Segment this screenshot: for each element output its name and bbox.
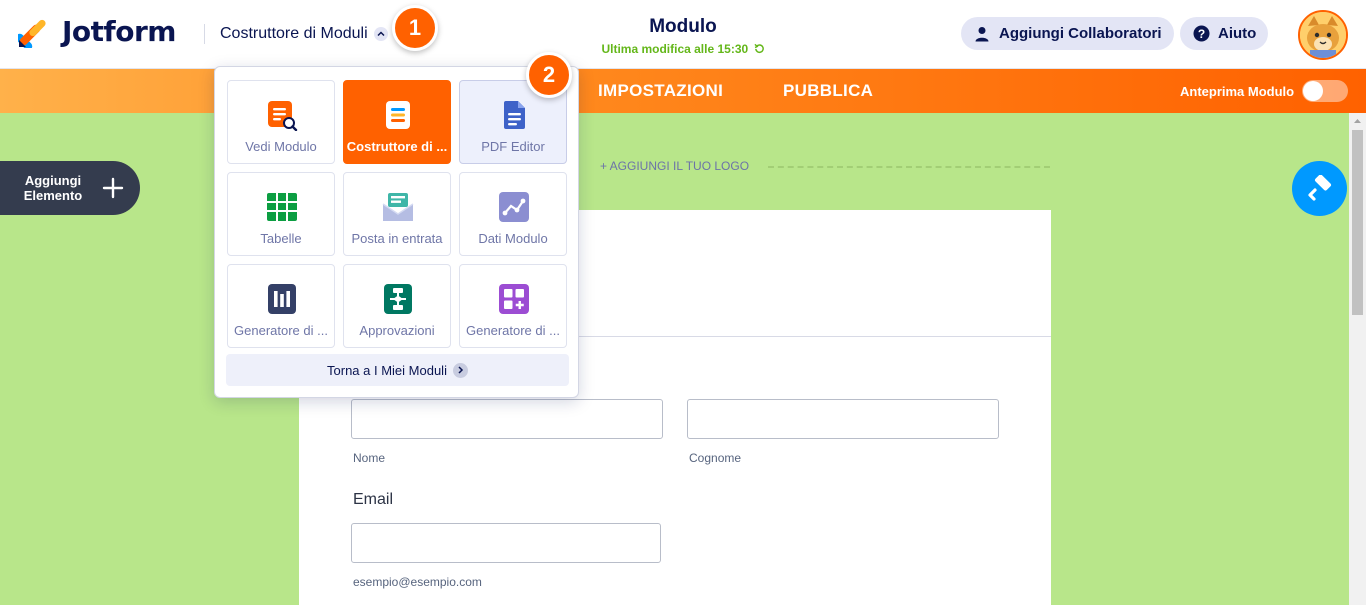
tile-app-builder[interactable]: Generatore di ... bbox=[459, 264, 567, 348]
tile-approvals[interactable]: Approvazioni bbox=[343, 264, 451, 348]
refresh-icon bbox=[753, 43, 764, 53]
user-avatar[interactable] bbox=[1298, 10, 1348, 60]
tile-label: Vedi Modulo bbox=[245, 139, 317, 154]
back-to-my-forms-button[interactable]: Torna a I Miei Moduli bbox=[226, 354, 569, 386]
app-builder-icon bbox=[499, 284, 529, 314]
form-builder-icon bbox=[386, 101, 410, 129]
tile-label: PDF Editor bbox=[481, 139, 545, 154]
tile-form-builder[interactable]: Costruttore di ... bbox=[343, 80, 451, 164]
scroll-up-arrow-icon[interactable] bbox=[1352, 116, 1363, 126]
help-icon: ? bbox=[1192, 25, 1210, 43]
last-name-sublabel: Cognome bbox=[689, 451, 742, 465]
top-header: Jotform Costruttore di Moduli Modulo Ult… bbox=[0, 0, 1366, 69]
approvals-icon bbox=[384, 284, 412, 314]
svg-text:?: ? bbox=[1197, 27, 1204, 41]
plus-icon bbox=[102, 177, 124, 199]
tables-icon bbox=[267, 193, 297, 221]
jotform-logo-icon bbox=[18, 19, 46, 48]
add-logo-link[interactable]: + AGGIUNGI IL TUO LOGO bbox=[600, 159, 749, 173]
help-button[interactable]: ? Aiuto bbox=[1180, 17, 1269, 50]
tile-tables[interactable]: Tabelle bbox=[227, 172, 335, 256]
header-divider bbox=[204, 24, 205, 44]
logo-placeholder-line bbox=[768, 166, 1050, 168]
brand-name: Jotform bbox=[62, 15, 176, 48]
tile-label: Generatore di ... bbox=[234, 323, 328, 338]
avatar-cat-icon bbox=[1300, 12, 1346, 58]
email-label: Email bbox=[353, 491, 394, 508]
view-form-icon bbox=[268, 101, 298, 131]
last-modified-text: Ultima modifica alle 15:30 bbox=[601, 42, 749, 56]
chevron-right-icon bbox=[452, 362, 468, 378]
toggle-knob bbox=[1303, 81, 1323, 101]
email-sublabel: esempio@esempio.com bbox=[353, 575, 482, 589]
tab-publish[interactable]: PUBBLICA bbox=[783, 81, 873, 101]
tile-label: Approvazioni bbox=[359, 323, 435, 338]
add-collaborators-label: Aggiungi Collaboratori bbox=[999, 25, 1162, 42]
tile-view-form[interactable]: Vedi Modulo bbox=[227, 80, 335, 164]
tile-label: Dati Modulo bbox=[478, 231, 548, 246]
first-name-field[interactable] bbox=[351, 399, 663, 439]
help-label: Aiuto bbox=[1218, 25, 1257, 42]
back-to-my-forms-label: Torna a I Miei Moduli bbox=[327, 362, 447, 378]
scrollbar-thumb[interactable] bbox=[1352, 130, 1363, 315]
tile-label: Costruttore di ... bbox=[346, 139, 448, 154]
step-badge-1: 1 bbox=[392, 5, 438, 51]
tab-settings[interactable]: IMPOSTAZIONI bbox=[598, 81, 723, 101]
builder-switch-dropdown[interactable]: Costruttore di Moduli bbox=[220, 25, 388, 43]
tile-report-builder[interactable]: Generatore di ... bbox=[227, 264, 335, 348]
pdf-editor-icon bbox=[504, 101, 525, 129]
report-builder-icon bbox=[268, 284, 296, 314]
step-badge-2: 2 bbox=[526, 52, 572, 98]
jotform-logo[interactable]: Jotform bbox=[18, 15, 176, 48]
tile-label: Tabelle bbox=[260, 231, 302, 246]
user-icon bbox=[973, 25, 991, 43]
builder-switch-label: Costruttore di Moduli bbox=[220, 25, 368, 42]
form-designer-button[interactable] bbox=[1292, 161, 1347, 216]
paint-roller-icon bbox=[1307, 174, 1331, 201]
form-data-icon bbox=[499, 192, 529, 222]
add-collaborators-button[interactable]: Aggiungi Collaboratori bbox=[961, 17, 1174, 50]
tile-form-data[interactable]: Dati Modulo bbox=[459, 172, 567, 256]
email-field[interactable] bbox=[351, 523, 661, 563]
tile-label: Posta in entrata bbox=[351, 231, 443, 246]
preview-label: Anteprima Modulo bbox=[1180, 84, 1295, 99]
tile-label: Generatore di ... bbox=[466, 323, 560, 338]
last-name-field[interactable] bbox=[687, 399, 999, 439]
tile-inbox[interactable]: Posta in entrata bbox=[343, 172, 451, 256]
chevron-up-icon bbox=[373, 27, 388, 41]
first-name-sublabel: Nome bbox=[353, 451, 386, 465]
preview-toggle[interactable] bbox=[1302, 80, 1348, 102]
add-element-label: Aggiungi Elemento bbox=[23, 173, 83, 203]
app-switcher-popup: Vedi Modulo Costruttore di ... PDF Edito… bbox=[214, 66, 579, 398]
inbox-icon bbox=[382, 193, 414, 221]
builder-nav-bar: IMPOSTAZIONI PUBBLICA Anteprima Modulo bbox=[0, 69, 1366, 113]
add-element-button[interactable]: Aggiungi Elemento bbox=[0, 161, 140, 215]
